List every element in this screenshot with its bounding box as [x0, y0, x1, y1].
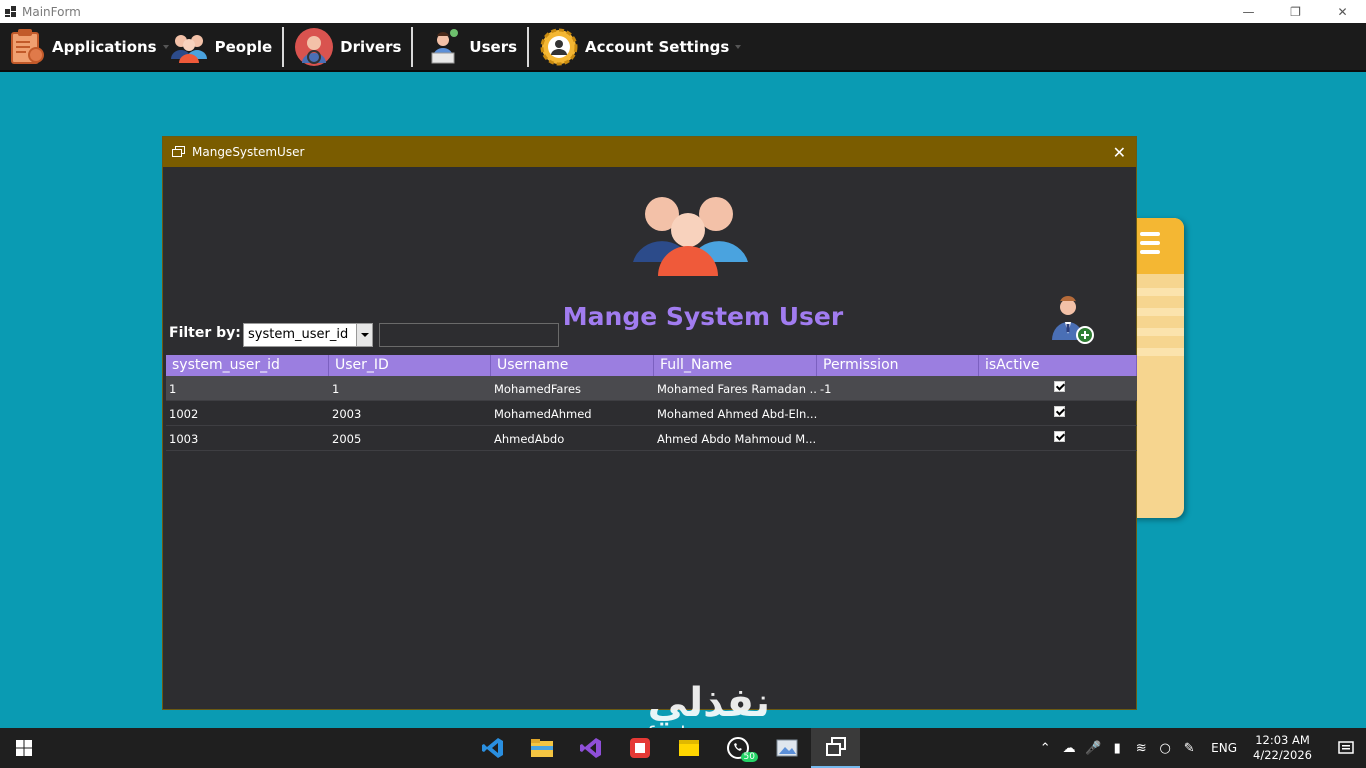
- onedrive-icon[interactable]: ☁: [1057, 741, 1081, 756]
- wifi-icon[interactable]: ≋: [1129, 741, 1153, 756]
- menu-users-label: Users: [469, 37, 518, 56]
- chevron-down-icon: [735, 44, 742, 49]
- mainform-icon[interactable]: [811, 728, 860, 768]
- applications-icon: [6, 27, 46, 67]
- language-indicator[interactable]: ENG: [1211, 741, 1237, 755]
- chevron-up-icon[interactable]: ⌃: [1033, 741, 1057, 756]
- grid-header: system_user_id User_ID Username Full_Nam…: [166, 355, 1137, 376]
- users-grid: system_user_id User_ID Username Full_Nam…: [166, 355, 1137, 451]
- filter-by-selected: system_user_id: [248, 327, 349, 342]
- menu-separator: [527, 26, 530, 67]
- people-icon: [169, 27, 209, 67]
- column-header-is-active[interactable]: isActive: [979, 355, 1137, 376]
- cell-system-user-id: 1002: [169, 407, 199, 421]
- close-icon[interactable]: ✕: [1113, 143, 1126, 162]
- menu-people[interactable]: People: [163, 25, 279, 69]
- menu-separator: [282, 26, 285, 67]
- cell-username: AhmedAbdo: [494, 432, 565, 446]
- cell-is-active: [979, 426, 1137, 450]
- system-tray: ⌃ ☁ 🎤 ▮ ≋ ○ ✎ ENG 12:03 AM 4/22/2026: [1033, 728, 1366, 768]
- taskbar-apps: 50: [468, 728, 860, 768]
- menu-separator: [411, 26, 414, 67]
- filter-value-input[interactable]: [379, 323, 559, 347]
- microphone-icon[interactable]: 🎤: [1081, 741, 1105, 756]
- menu-applications[interactable]: Applications: [0, 25, 169, 69]
- add-user-button[interactable]: [1048, 292, 1098, 347]
- whatsapp-badge: 50: [740, 752, 758, 762]
- main-window-title: MainForm: [22, 4, 81, 19]
- child-titlebar: MangeSystemUser ✕: [163, 137, 1136, 167]
- restore-window-icon: [172, 146, 186, 158]
- main-titlebar: MainForm — ❐ ✕: [0, 0, 1366, 23]
- restore-button[interactable]: ❐: [1272, 0, 1319, 23]
- menu-people-label: People: [214, 37, 273, 56]
- cell-user-id: 2003: [332, 407, 362, 421]
- cell-system-user-id: 1: [169, 382, 177, 396]
- clock-date: 4/22/2026: [1253, 748, 1312, 762]
- notifications-icon[interactable]: [1326, 740, 1366, 756]
- cell-username: MohamedAhmed: [494, 407, 592, 421]
- users-group-icon: [628, 192, 748, 282]
- menu-applications-label: Applications: [52, 37, 157, 56]
- table-row[interactable]: 1003 2005 AhmedAbdo Ahmed Abdo Mahmoud M…: [166, 426, 1137, 451]
- add-user-icon: [1052, 296, 1094, 344]
- windows-icon: [16, 740, 32, 756]
- app-window-icon: [5, 6, 16, 17]
- column-header-username[interactable]: Username: [491, 355, 654, 376]
- cell-permission: -1: [820, 382, 832, 396]
- column-header-system-user-id[interactable]: system_user_id: [166, 355, 329, 376]
- cell-is-active: [979, 376, 1137, 400]
- battery-icon[interactable]: ▮: [1105, 741, 1129, 756]
- chevron-down-icon[interactable]: [356, 324, 372, 346]
- column-header-permission[interactable]: Permission: [817, 355, 979, 376]
- user-laptop-icon: [423, 27, 463, 67]
- vscode-icon[interactable]: [468, 728, 517, 768]
- photos-icon[interactable]: [762, 728, 811, 768]
- menu-account-settings[interactable]: Account Settings: [533, 25, 742, 69]
- column-header-user-id[interactable]: User_ID: [329, 355, 491, 376]
- cell-user-id: 1: [332, 382, 340, 396]
- clock[interactable]: 12:03 AM 4/22/2026: [1253, 733, 1312, 763]
- window-controls: — ❐ ✕: [1225, 0, 1366, 23]
- clock-time: 12:03 AM: [1255, 733, 1310, 747]
- menu-drivers-label: Drivers: [340, 37, 402, 56]
- cell-system-user-id: 1003: [169, 432, 199, 446]
- cell-full-name: Mohamed Ahmed Abd-Eln...: [657, 407, 817, 421]
- filter-label: Filter by:: [169, 325, 241, 341]
- cell-permission: [817, 426, 979, 450]
- whatsapp-icon[interactable]: 50: [713, 728, 762, 768]
- app-icon[interactable]: [615, 728, 664, 768]
- menu-users[interactable]: Users: [417, 25, 523, 69]
- cell-user-id: 2005: [332, 432, 362, 446]
- pen-icon[interactable]: ✎: [1177, 741, 1201, 756]
- driver-icon: [294, 27, 334, 67]
- is-active-checkbox[interactable]: [1054, 431, 1065, 442]
- start-button[interactable]: [0, 728, 48, 768]
- close-button[interactable]: ✕: [1319, 0, 1366, 23]
- taskbar: 50 ⌃ ☁ 🎤 ▮ ≋ ○ ✎ ENG 12:03 AM 4/22/2026: [0, 728, 1366, 768]
- cell-username: MohamedFares: [494, 382, 582, 396]
- column-header-full-name[interactable]: Full_Name: [654, 355, 817, 376]
- child-window-title: MangeSystemUser: [192, 145, 305, 159]
- manage-system-user-window: MangeSystemUser ✕ Mange System User Filt…: [162, 136, 1137, 710]
- visual-studio-icon[interactable]: [566, 728, 615, 768]
- menu-account-settings-label: Account Settings: [585, 37, 730, 56]
- file-explorer-icon[interactable]: [517, 728, 566, 768]
- cell-full-name: Ahmed Abdo Mahmoud M...: [657, 432, 817, 446]
- table-row[interactable]: 1 1 MohamedFares Mohamed Fares Ramadan .…: [166, 376, 1137, 401]
- menu-drivers[interactable]: Drivers: [288, 25, 407, 69]
- cell-full-name: Mohamed Fares Ramadan ...: [657, 382, 817, 396]
- account-gear-icon: [539, 27, 579, 67]
- is-active-checkbox[interactable]: [1054, 381, 1065, 392]
- filter-by-dropdown[interactable]: system_user_id: [243, 323, 373, 347]
- volume-icon[interactable]: ○: [1153, 741, 1177, 756]
- table-row[interactable]: 1002 2003 MohamedAhmed Mohamed Ahmed Abd…: [166, 401, 1137, 426]
- watermark-arabic: نفذلي: [647, 680, 770, 726]
- main-menubar: Applications People Drivers Users Accoun…: [0, 23, 1366, 72]
- minimize-button[interactable]: —: [1225, 0, 1272, 23]
- sticky-notes-icon[interactable]: [664, 728, 713, 768]
- cell-permission: [817, 401, 979, 425]
- cell-is-active: [979, 401, 1137, 425]
- is-active-checkbox[interactable]: [1054, 406, 1065, 417]
